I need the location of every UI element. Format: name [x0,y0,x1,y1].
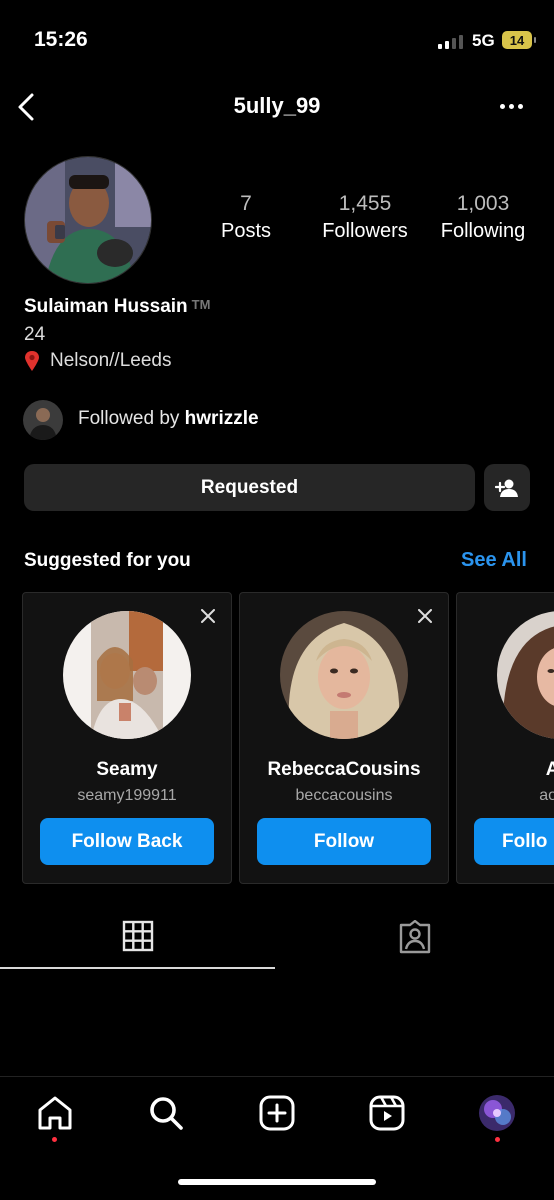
bio-location: Nelson//Leeds [24,350,171,372]
suggestion-card[interactable]: Aói aoife_ Follo [456,592,554,884]
battery-icon: 14 [502,31,536,49]
suggestion-avatar[interactable] [280,611,408,739]
notification-dot [52,1137,57,1142]
add-person-button[interactable] [484,464,530,511]
profile-display-name: Sulaiman Hussain TM [24,296,210,318]
suggestion-card[interactable]: Seamy seamy199911 Follow Back [22,592,232,884]
stat-following-label: Following [440,220,526,242]
nav-search[interactable] [147,1094,185,1132]
close-icon[interactable] [418,609,432,623]
home-indicator [178,1179,376,1185]
suggestion-username: beccacousins [295,787,393,804]
tagged-icon [399,919,431,954]
follow-button[interactable]: Follow [257,818,431,865]
follow-back-button[interactable]: Follow Back [40,818,214,865]
nav-divider [0,1076,554,1077]
stat-followers[interactable]: 1,455 Followers [305,192,425,243]
nav-home[interactable] [36,1094,74,1132]
nav-reels[interactable] [368,1094,406,1132]
followed-by-prefix: Followed by [78,408,180,429]
suggestion-avatar[interactable] [63,611,191,739]
stat-posts[interactable]: 7 Posts [186,192,306,243]
nav-create[interactable] [258,1094,296,1132]
follow-button[interactable]: Follo [474,818,554,865]
active-tab-indicator [0,967,275,969]
suggested-title: Suggested for you [24,550,191,571]
suggestion-name: Seamy [96,759,158,780]
signal-icon [438,33,463,49]
more-icon[interactable] [500,104,523,109]
pin-icon [25,351,39,371]
network-type: 5G [472,31,495,50]
profile-avatar[interactable] [24,156,152,284]
followed-by-avatar[interactable] [23,400,63,440]
stat-following-count: 1,003 [456,192,510,215]
grid-icon [122,920,154,952]
add-person-icon [495,479,518,497]
status-time: 15:26 [34,28,88,51]
suggestion-name: Aói [497,759,554,781]
followed-by-text[interactable]: Followed by hwrizzle [78,408,259,430]
profile-username-title: 5ully_99 [233,93,321,118]
search-icon [150,1097,183,1130]
display-name-text: Sulaiman Hussain [24,296,188,317]
suggestion-card[interactable]: RebeccaCousins beccacousins Follow [239,592,449,884]
suggestion-username: aoife_ [539,787,554,804]
stat-followers-label: Followers [322,220,408,242]
home-icon [38,1096,72,1130]
plus-square-icon [259,1095,295,1131]
followed-by-user[interactable]: hwrizzle [185,408,259,429]
notification-dot [495,1137,500,1142]
suggestion-avatar[interactable] [497,611,554,739]
stat-followers-count: 1,455 [338,192,392,215]
tagged-tab[interactable] [398,919,432,954]
suggestion-username: seamy199911 [77,787,177,804]
close-icon[interactable] [201,609,215,623]
nav-profile-avatar[interactable] [479,1095,515,1131]
grid-tab[interactable] [122,920,154,952]
reels-icon [369,1095,405,1131]
stat-posts-label: Posts [220,220,272,242]
see-all-link[interactable]: See All [461,549,527,572]
stat-posts-count: 7 [240,192,252,215]
requested-button[interactable]: Requested [24,464,475,511]
bio-age: 24 [24,324,46,345]
trademark-suffix: TM [191,297,211,312]
suggestion-name: RebeccaCousins [267,759,421,780]
stat-following[interactable]: 1,003 Following [423,192,543,243]
bio-location-text: Nelson//Leeds [50,350,172,371]
